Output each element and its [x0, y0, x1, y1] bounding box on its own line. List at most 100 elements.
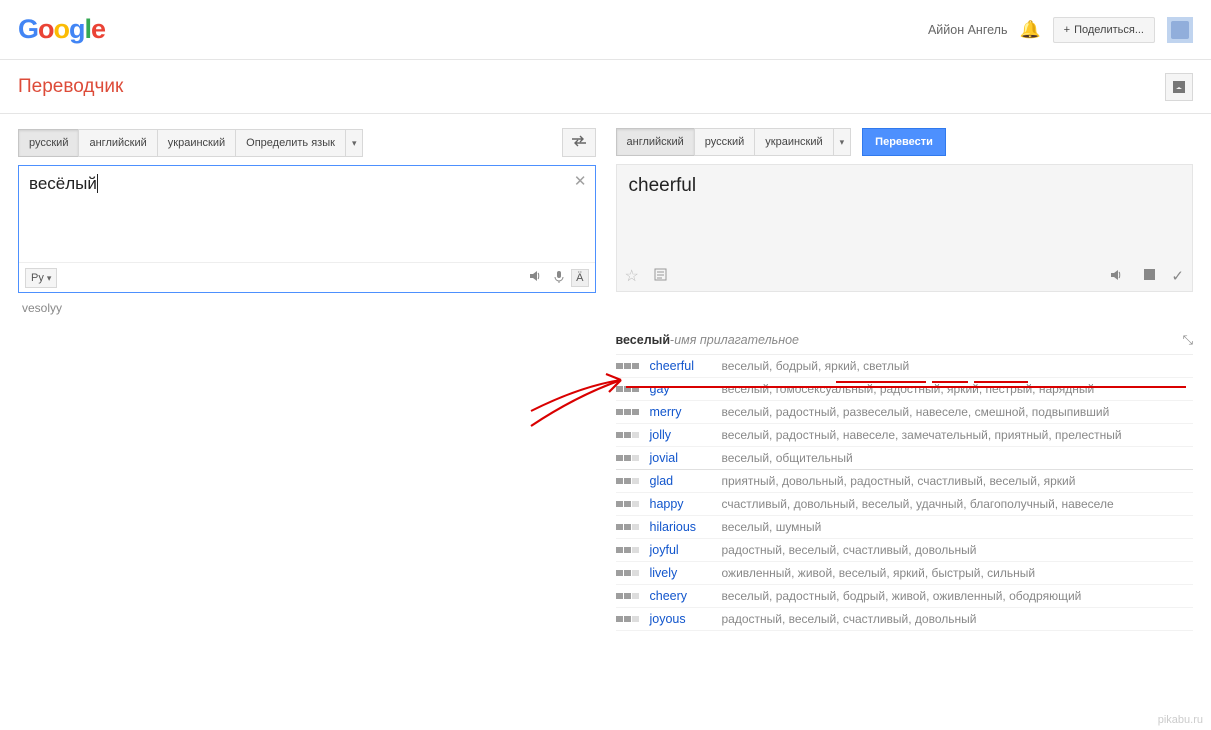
- frequency-indicator: [616, 455, 640, 461]
- dict-synonyms: веселый, радостный, бодрый, живой, оживл…: [722, 589, 1082, 603]
- source-lang-ukrainian[interactable]: украинский: [157, 129, 236, 157]
- dict-row[interactable]: joyous радостный, веселый, счастливый, до…: [616, 608, 1194, 631]
- avatar[interactable]: [1167, 17, 1193, 43]
- dict-term[interactable]: joyful: [650, 543, 712, 557]
- target-column: английский русский украинский Перевести …: [616, 128, 1194, 631]
- user-name[interactable]: Аййон Ангель: [928, 23, 1008, 37]
- output-text: cheerful: [617, 165, 1193, 207]
- frequency-indicator: [616, 616, 640, 622]
- chevron-down-icon: [840, 136, 845, 148]
- frequency-indicator: [616, 547, 640, 553]
- dict-term[interactable]: jovial: [650, 451, 712, 465]
- dict-term[interactable]: glad: [650, 474, 712, 488]
- swap-languages-button[interactable]: [562, 128, 596, 157]
- target-lang-russian[interactable]: русский: [694, 128, 755, 156]
- source-lang-russian[interactable]: русский: [18, 129, 79, 157]
- target-lang-english[interactable]: английский: [616, 128, 695, 156]
- notifications-icon[interactable]: 🔔: [1019, 20, 1040, 40]
- input-method-label: Ру: [31, 272, 44, 284]
- dict-row[interactable]: cheery веселый, радостный, бодрый, живой,…: [616, 585, 1194, 608]
- app-toolbar: Переводчик: [0, 60, 1211, 114]
- dict-synonyms: оживленный, живой, веселый, яркий, быстр…: [722, 566, 1036, 580]
- source-lang-english[interactable]: английский: [78, 129, 157, 157]
- frequency-indicator: [616, 524, 640, 530]
- listen-target-icon[interactable]: [1109, 268, 1123, 285]
- dict-row[interactable]: happy счастливый, довольный, веселый, уда…: [616, 493, 1194, 516]
- dict-term[interactable]: jolly: [650, 428, 712, 442]
- share-label: Поделиться...: [1074, 24, 1144, 36]
- watermark: pikabu.ru: [1158, 714, 1203, 726]
- listen-source-icon[interactable]: [528, 269, 542, 286]
- dict-row[interactable]: jolly веселый, радостный, навеселе, замеч…: [616, 424, 1194, 447]
- frequency-indicator: [616, 570, 640, 576]
- virtual-keyboard-button[interactable]: Ä: [571, 269, 588, 287]
- source-lang-row: русский английский украинский Определить…: [18, 128, 596, 157]
- dict-term[interactable]: joyous: [650, 612, 712, 626]
- google-bar: Google Аййон Ангель 🔔 + Поделиться...: [0, 0, 1211, 60]
- dict-row[interactable]: jovial веселый, общительный: [616, 447, 1194, 470]
- dict-term[interactable]: happy: [650, 497, 712, 511]
- translate-button[interactable]: Перевести: [862, 128, 946, 156]
- dict-pos: имя прилагательное: [674, 333, 799, 347]
- clear-input-button[interactable]: ✕: [574, 172, 587, 190]
- dict-term[interactable]: cheery: [650, 589, 712, 603]
- source-text[interactable]: весёлый: [19, 166, 595, 202]
- app-title: Переводчик: [18, 76, 123, 98]
- chevron-down-icon: [47, 272, 52, 284]
- dictionary-header: веселый - имя прилагательное ⤡: [616, 330, 1194, 355]
- dict-synonyms: веселый, гомосексуальный, радостный, ярк…: [722, 382, 1095, 396]
- dict-synonyms: счастливый, довольный, веселый, удачный,…: [722, 497, 1114, 511]
- main-area: русский английский украинский Определить…: [0, 114, 1211, 631]
- source-transliteration: vesolyy: [18, 293, 596, 323]
- save-translation-icon[interactable]: ☆: [625, 266, 639, 286]
- source-input-box[interactable]: весёлый ✕ Ру Ä: [18, 165, 596, 293]
- dict-synonyms: веселый, шумный: [722, 520, 822, 534]
- dict-synonyms: веселый, радостный, навеселе, замечатель…: [722, 428, 1122, 442]
- dict-row[interactable]: glad приятный, довольный, радостный, счас…: [616, 470, 1194, 493]
- target-lang-row: английский русский украинский Перевести: [616, 128, 1194, 156]
- frequency-indicator: [616, 501, 640, 507]
- dict-synonyms: веселый, общительный: [722, 451, 853, 465]
- dict-term[interactable]: lively: [650, 566, 712, 580]
- dict-row[interactable]: lively оживленный, живой, веселый, яркий,…: [616, 562, 1194, 585]
- frequency-indicator: [616, 363, 640, 369]
- google-logo[interactable]: Google: [18, 14, 105, 45]
- expand-dictionary-icon[interactable]: ⤡: [1183, 332, 1193, 348]
- dict-synonyms: радостный, веселый, счастливый, довольны…: [722, 612, 977, 626]
- dict-synonyms: приятный, довольный, радостный, счастлив…: [722, 474, 1076, 488]
- dictionary-panel: веселый - имя прилагательное ⤡ cheerful в…: [616, 330, 1194, 631]
- frequency-indicator: [616, 478, 640, 484]
- dict-term[interactable]: gay: [650, 382, 712, 396]
- share-button[interactable]: + Поделиться...: [1053, 17, 1155, 43]
- chevron-down-icon: [352, 137, 357, 149]
- dict-term[interactable]: hilarious: [650, 520, 712, 534]
- input-method-button[interactable]: Ру: [25, 268, 57, 288]
- dict-term[interactable]: cheerful: [650, 359, 712, 373]
- dict-row[interactable]: hilarious веселый, шумный: [616, 516, 1194, 539]
- dict-row[interactable]: gay веселый, гомосексуальный, радостный, …: [616, 378, 1194, 401]
- output-box: cheerful ☆ ✓: [616, 164, 1194, 292]
- dict-term[interactable]: merry: [650, 405, 712, 419]
- source-input-footer: Ру Ä: [19, 262, 595, 292]
- source-column: русский английский украинский Определить…: [18, 128, 596, 631]
- phrasebook-button[interactable]: [1165, 73, 1193, 101]
- select-all-icon[interactable]: [654, 268, 667, 284]
- mic-icon[interactable]: [552, 269, 566, 286]
- source-lang-more[interactable]: [345, 129, 364, 157]
- wrong-translation-icon[interactable]: ✓: [1171, 267, 1184, 285]
- dict-row[interactable]: joyful радостный, веселый, счастливый, до…: [616, 539, 1194, 562]
- phrasebook-small-icon[interactable]: [1143, 268, 1156, 284]
- output-footer: ☆ ✓: [617, 261, 1193, 291]
- frequency-indicator: [616, 432, 640, 438]
- dict-synonyms: радостный, веселый, счастливый, довольны…: [722, 543, 977, 557]
- target-lang-ukrainian[interactable]: украинский: [754, 128, 833, 156]
- source-lang-detect[interactable]: Определить язык: [235, 129, 346, 157]
- dict-synonyms: веселый, радостный, развеселый, навеселе…: [722, 405, 1110, 419]
- target-lang-more[interactable]: [833, 128, 852, 156]
- frequency-indicator: [616, 386, 640, 392]
- dict-headword: веселый: [616, 333, 671, 347]
- dict-row[interactable]: merry веселый, радостный, развеселый, нав…: [616, 401, 1194, 424]
- swap-icon: [571, 135, 587, 147]
- dict-row[interactable]: cheerful веселый, бодрый, яркий, светлый: [616, 355, 1194, 378]
- dict-synonyms: веселый, бодрый, яркий, светлый: [722, 359, 910, 373]
